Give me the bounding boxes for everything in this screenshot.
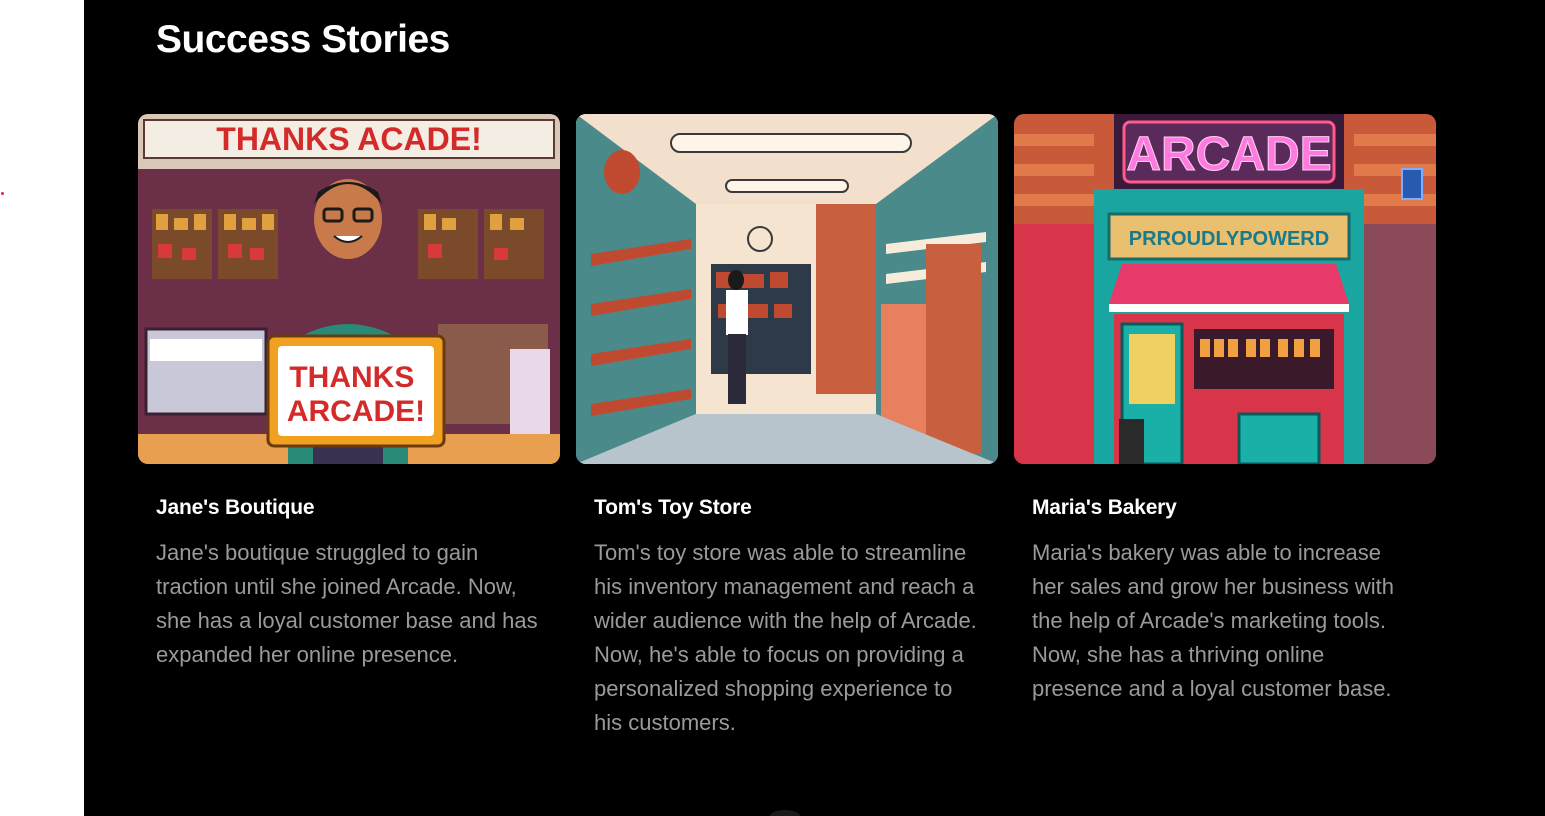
story-title: Jane's Boutique bbox=[156, 496, 315, 519]
story-image-janes-boutique: THANKS ACADE! THANKS ARCADE! bbox=[138, 114, 560, 464]
story-description: Tom's toy store was able to streamline h… bbox=[594, 540, 977, 735]
carousel-indicator[interactable] bbox=[770, 810, 800, 816]
page: Success Stories THANKS ACADE! THANKS ARC… bbox=[0, 0, 1545, 816]
story-card-janes-boutique[interactable]: THANKS ACADE! THANKS ARCADE! Jane's Bout… bbox=[138, 114, 560, 740]
indicator-dot bbox=[1, 192, 4, 195]
story-title: Tom's Toy Store bbox=[594, 496, 752, 519]
story-title: Maria's Bakery bbox=[1032, 496, 1177, 519]
story-card-marias-bakery[interactable]: ARCADE PRROUDLYPOWERD Maria's Bakery Mar… bbox=[1014, 114, 1436, 740]
story-description: Maria's bakery was able to increase her … bbox=[1032, 540, 1394, 701]
sign-text: THANKS ARCADE! bbox=[287, 361, 425, 428]
story-cards: THANKS ACADE! THANKS ARCADE! Jane's Bout… bbox=[138, 114, 1436, 740]
story-card-toms-toy-store[interactable]: Tom's Toy Store Tom's toy store was able… bbox=[576, 114, 998, 740]
left-gutter bbox=[0, 0, 84, 816]
section-title: Success Stories bbox=[156, 18, 450, 61]
story-description: Jane's boutique struggled to gain tracti… bbox=[156, 540, 538, 667]
banner-text: THANKS ACADE! bbox=[216, 121, 481, 157]
story-image-marias-bakery: ARCADE PRROUDLYPOWERD bbox=[1014, 114, 1436, 464]
story-image-toms-toy-store bbox=[576, 114, 998, 464]
success-stories-section: Success Stories THANKS ACADE! THANKS ARC… bbox=[84, 0, 1545, 816]
powered-sign-text: PRROUDLYPOWERD bbox=[1129, 228, 1329, 250]
neon-sign-text: ARCADE bbox=[1126, 128, 1331, 181]
